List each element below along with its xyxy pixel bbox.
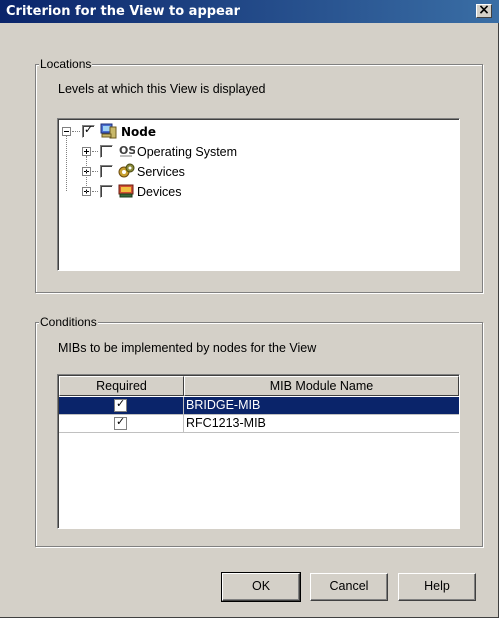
node-computer-icon — [100, 123, 117, 139]
tree-node-node[interactable]: ✓ Node — [58, 123, 458, 141]
location-tree[interactable]: ✓ Node OS Operating System Services Devi… — [57, 118, 460, 271]
locations-legend: Locations — [39, 57, 93, 71]
mib-table[interactable]: Required MIB Module Name ✓ BRIDGE-MIB ✓ … — [57, 374, 460, 529]
conditions-legend: Conditions — [39, 315, 98, 329]
check-icon: ✓ — [116, 415, 126, 428]
close-button[interactable]: × — [476, 2, 492, 18]
tree-checkbox-operating-system[interactable] — [100, 145, 113, 158]
tree-label-node: Node — [121, 125, 157, 139]
tree-node-operating-system[interactable]: OS Operating System — [58, 143, 458, 161]
devices-icon — [118, 183, 135, 199]
column-header-required[interactable]: Required — [59, 376, 184, 396]
tree-checkbox-services[interactable] — [100, 165, 113, 178]
svg-text:OS: OS — [119, 144, 135, 157]
ok-button[interactable]: OK — [221, 572, 301, 602]
help-button[interactable]: Help — [398, 573, 476, 601]
required-checkbox[interactable]: ✓ — [114, 415, 127, 430]
expand-icon[interactable] — [82, 147, 91, 156]
check-icon: ✓ — [116, 397, 126, 410]
cancel-button[interactable]: Cancel — [310, 573, 388, 601]
tree-label-operating-system: Operating System — [137, 145, 238, 159]
tree-node-devices[interactable]: Devices — [58, 183, 458, 201]
collapse-icon[interactable] — [62, 127, 71, 136]
column-header-mib-module-name[interactable]: MIB Module Name — [184, 376, 459, 396]
tree-checkbox-devices[interactable] — [100, 185, 113, 198]
check-icon: ✓ — [84, 123, 94, 136]
operating-system-icon: OS — [118, 143, 136, 159]
tree-label-devices: Devices — [137, 185, 182, 199]
close-icon: × — [478, 2, 490, 18]
tree-checkbox-node[interactable]: ✓ — [82, 123, 95, 138]
mib-name-cell: BRIDGE-MIB — [186, 398, 261, 412]
mib-name-cell: RFC1213-MIB — [186, 416, 266, 430]
tree-node-services[interactable]: Services — [58, 163, 458, 181]
window-title: Criterion for the View to appear — [6, 4, 241, 19]
dialog-window: Criterion for the View to appear × Locat… — [0, 0, 499, 618]
services-gear-icon — [118, 163, 135, 179]
required-checkbox[interactable]: ✓ — [114, 397, 127, 412]
tree-label-services: Services — [137, 165, 185, 179]
table-row[interactable]: ✓ RFC1213-MIB — [59, 415, 459, 433]
conditions-description: MIBs to be implemented by nodes for the … — [58, 341, 317, 355]
title-bar[interactable]: Criterion for the View to appear × — [0, 0, 499, 23]
locations-description: Levels at which this View is displayed — [58, 82, 266, 96]
table-row[interactable]: ✓ BRIDGE-MIB — [59, 397, 459, 415]
